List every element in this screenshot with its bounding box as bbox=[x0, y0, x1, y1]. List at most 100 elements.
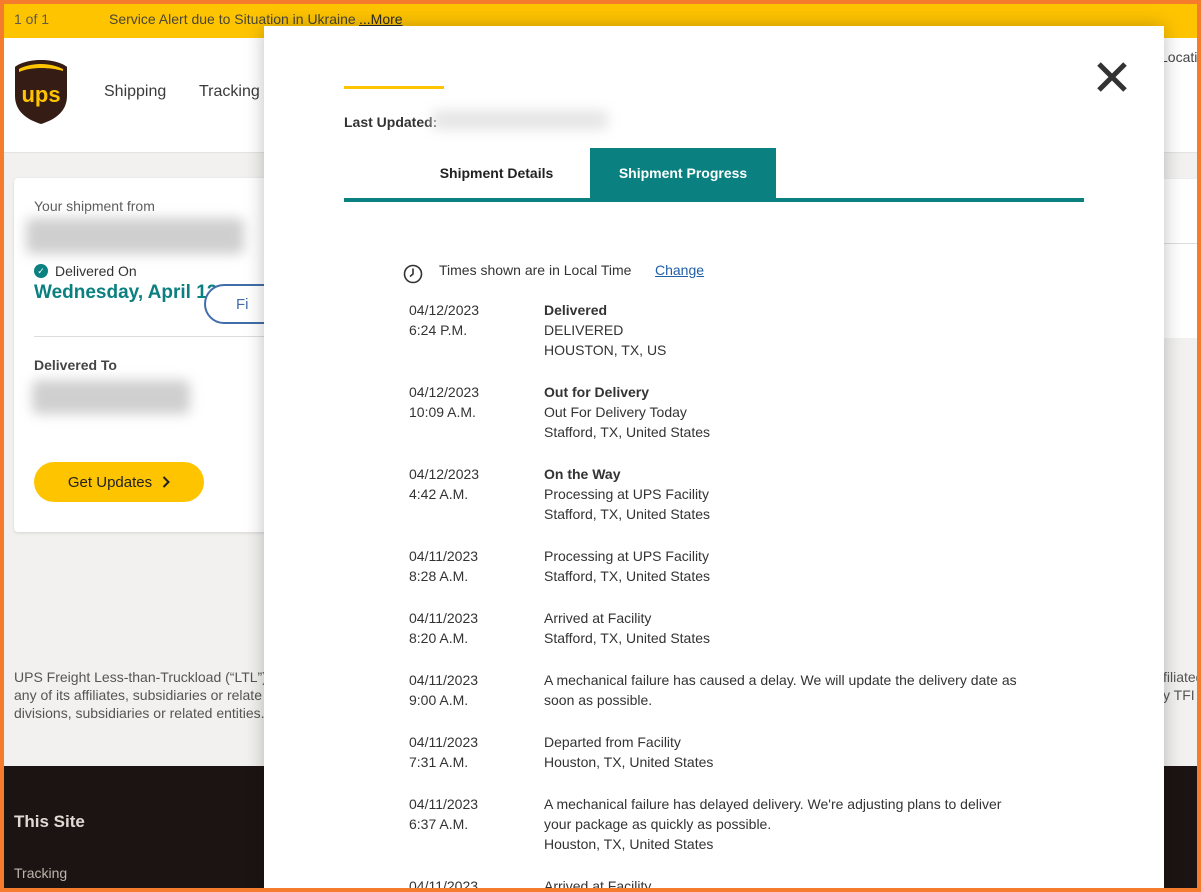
tracking-event-row: 04/11/2023 8:20 A.M. Arrived at Facility St… bbox=[409, 608, 1039, 648]
legal-text-right: filiated y TFI I bbox=[1163, 668, 1201, 704]
right-side-panel bbox=[1160, 178, 1201, 338]
tracking-event-row: 04/11/2023 6:37 A.M. A mechanical failure … bbox=[409, 794, 1039, 854]
alert-count: 1 of 1 bbox=[14, 11, 50, 27]
event-info: Delivered DELIVERED HOUSTON, TX, US bbox=[544, 300, 1024, 360]
redacted-sender bbox=[26, 218, 244, 254]
event-info: Arrived at Facility Stafford, TX, United … bbox=[544, 608, 1024, 648]
get-updates-label: Get Updates bbox=[67, 473, 153, 491]
shipment-from-label: Your shipment from bbox=[34, 198, 155, 214]
nav-shipping[interactable]: Shipping bbox=[104, 83, 166, 101]
event-status: Out for Delivery bbox=[544, 384, 650, 400]
event-date: 04/11/2023 bbox=[409, 548, 479, 564]
event-status: On the Way bbox=[544, 466, 621, 482]
nav-tracking[interactable]: Tracking bbox=[199, 83, 260, 101]
event-datetime: 04/11/2023 8:28 A.M. bbox=[409, 546, 544, 586]
tab-shipment-progress[interactable]: Shipment Progress bbox=[590, 148, 776, 198]
local-time-notice: Times shown are in Local Time bbox=[439, 262, 632, 278]
event-detail-line: Stafford, TX, United States bbox=[544, 568, 711, 584]
alert-more-link[interactable]: ...More bbox=[359, 11, 403, 27]
modal-tabs: Shipment Details Shipment Progress bbox=[344, 148, 1084, 202]
event-detail-line: HOUSTON, TX, US bbox=[544, 342, 667, 358]
event-detail-line: Houston, TX, United States bbox=[544, 836, 714, 852]
check-circle-icon: ✓ bbox=[34, 264, 48, 278]
get-updates-button[interactable]: Get Updates bbox=[34, 462, 204, 502]
event-info: Departed from Facility Houston, TX, Unite… bbox=[544, 732, 1024, 772]
redacted-last-updated bbox=[432, 110, 608, 130]
event-detail-line: Stafford, TX, United States bbox=[544, 506, 711, 522]
ups-logo-icon[interactable]: ups bbox=[12, 58, 70, 126]
shipment-progress-modal: Last Updated: Shipment Details Shipment … bbox=[264, 26, 1164, 892]
event-date: 04/11/2023 bbox=[409, 734, 479, 750]
event-date: 04/11/2023 bbox=[409, 878, 479, 892]
tracking-event-row: 04/11/2023 Arrived at Facility bbox=[409, 876, 1039, 892]
event-date: 04/12/2023 bbox=[409, 384, 480, 400]
event-detail-line: Stafford, TX, United States bbox=[544, 630, 711, 646]
event-time: 9:00 A.M. bbox=[409, 692, 469, 708]
svg-text:ups: ups bbox=[21, 82, 60, 107]
event-time: 10:09 A.M. bbox=[409, 404, 476, 420]
delivered-to-label: Delivered To bbox=[34, 357, 117, 373]
last-updated-label: Last Updated: bbox=[344, 114, 438, 130]
event-detail-line: A mechanical failure has delayed deliver… bbox=[544, 796, 1002, 832]
clock-icon bbox=[403, 264, 423, 284]
event-time: 8:20 A.M. bbox=[409, 630, 469, 646]
event-detail-line: DELIVERED bbox=[544, 322, 624, 338]
event-info: A mechanical failure has delayed deliver… bbox=[544, 794, 1024, 854]
event-detail-line: Processing at UPS Facility bbox=[544, 486, 709, 502]
event-date: 04/12/2023 bbox=[409, 466, 480, 482]
event-info: On the Way Processing at UPS Facility Staf… bbox=[544, 464, 1024, 524]
event-detail-line: Processing at UPS Facility bbox=[544, 548, 709, 564]
chevron-right-icon bbox=[162, 476, 171, 488]
event-detail-line: Houston, TX, United States bbox=[544, 754, 714, 770]
nav-locations[interactable]: Locati bbox=[1160, 49, 1197, 65]
footer-tracking-link[interactable]: Tracking bbox=[14, 865, 67, 881]
tracking-event-row: 04/11/2023 9:00 A.M. A mechanical failure … bbox=[409, 670, 1039, 710]
event-time: 4:42 A.M. bbox=[409, 486, 469, 502]
delivered-status: ✓ Delivered On bbox=[34, 263, 137, 279]
event-date: 04/11/2023 bbox=[409, 672, 479, 688]
tracking-event-row: 04/12/2023 4:42 A.M. On the Way Processing … bbox=[409, 464, 1039, 524]
event-detail-line: Arrived at Facility bbox=[544, 610, 652, 626]
accent-line bbox=[344, 86, 444, 89]
tracking-events-list: 04/12/2023 6:24 P.M. Delivered DELIVERED HOU… bbox=[409, 300, 1039, 892]
event-datetime: 04/11/2023 8:20 A.M. bbox=[409, 608, 544, 648]
close-icon bbox=[1097, 61, 1127, 92]
tracking-event-row: 04/12/2023 10:09 A.M. Out for Delivery Out … bbox=[409, 382, 1039, 442]
tracking-event-row: 04/11/2023 8:28 A.M. Processing at UPS Fac… bbox=[409, 546, 1039, 586]
change-timezone-link[interactable]: Change bbox=[655, 262, 704, 278]
event-info: Arrived at Facility bbox=[544, 876, 1024, 892]
alert-text: Service Alert due to Situation in Ukrain… bbox=[109, 11, 356, 27]
event-datetime: 04/11/2023 9:00 A.M. bbox=[409, 670, 544, 710]
close-modal-button[interactable] bbox=[1092, 58, 1132, 98]
event-datetime: 04/12/2023 6:24 P.M. bbox=[409, 300, 544, 360]
event-datetime: 04/12/2023 4:42 A.M. bbox=[409, 464, 544, 524]
delivered-on-label: Delivered On bbox=[55, 263, 137, 279]
legal-right-line-1: filiated bbox=[1163, 669, 1201, 685]
event-detail-line: Departed from Facility bbox=[544, 734, 681, 750]
event-info: Processing at UPS Facility Stafford, TX, … bbox=[544, 546, 1024, 586]
event-time: 6:24 P.M. bbox=[409, 322, 468, 338]
tracking-event-row: 04/12/2023 6:24 P.M. Delivered DELIVERED HOU… bbox=[409, 300, 1039, 360]
event-time: 7:31 A.M. bbox=[409, 754, 469, 770]
event-detail-line: A mechanical failure has caused a delay.… bbox=[544, 672, 1017, 708]
event-date: 04/11/2023 bbox=[409, 610, 479, 626]
event-date: 04/11/2023 bbox=[409, 796, 479, 812]
event-info: Out for Delivery Out For Delivery Today St… bbox=[544, 382, 1024, 442]
legal-right-line-2: y TFI I bbox=[1163, 687, 1201, 703]
event-datetime: 04/11/2023 6:37 A.M. bbox=[409, 794, 544, 854]
footer-this-site-heading: This Site bbox=[14, 812, 85, 831]
event-datetime: 04/11/2023 bbox=[409, 876, 544, 892]
redacted-recipient bbox=[32, 380, 190, 414]
event-detail-line: Stafford, TX, United States bbox=[544, 424, 711, 440]
event-date: 04/12/2023 bbox=[409, 302, 480, 318]
event-datetime: 04/11/2023 7:31 A.M. bbox=[409, 732, 544, 772]
event-info: A mechanical failure has caused a delay.… bbox=[544, 670, 1024, 710]
event-time: 8:28 A.M. bbox=[409, 568, 469, 584]
event-time: 6:37 A.M. bbox=[409, 816, 469, 832]
tab-shipment-details[interactable]: Shipment Details bbox=[404, 148, 589, 198]
event-status: Delivered bbox=[544, 302, 608, 318]
event-detail-line: Out For Delivery Today bbox=[544, 404, 687, 420]
event-detail-line: Arrived at Facility bbox=[544, 878, 652, 892]
tracking-event-row: 04/11/2023 7:31 A.M. Departed from Facilit… bbox=[409, 732, 1039, 772]
event-datetime: 04/12/2023 10:09 A.M. bbox=[409, 382, 544, 442]
